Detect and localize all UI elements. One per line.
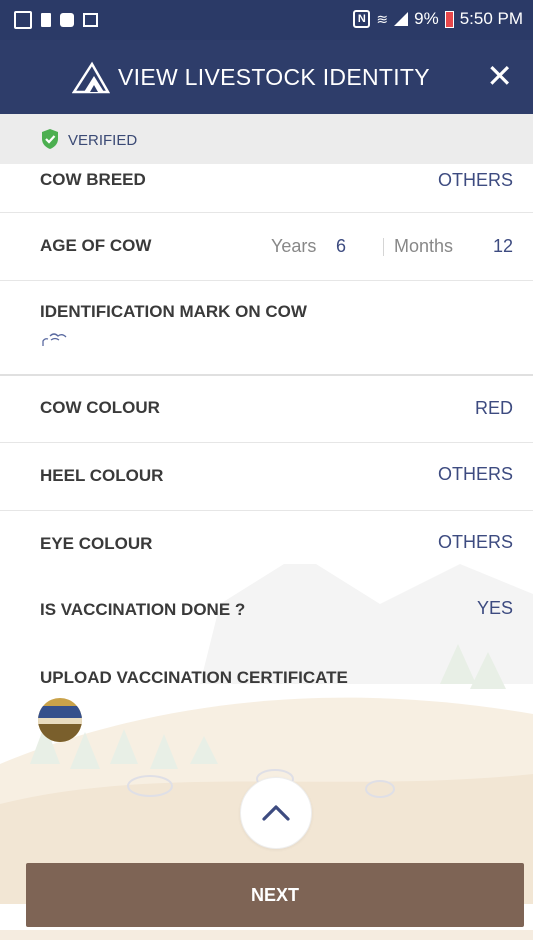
cow-breed-value: OTHERS [437, 170, 513, 190]
age-divider [383, 238, 384, 256]
vaccination-row: IS VACCINATION DONE ? YES [0, 576, 533, 640]
bag-icon [60, 13, 74, 27]
eye-colour-label: EYE COLOUR [40, 534, 153, 553]
chevron-up-icon [262, 805, 290, 821]
page-title: VIEW LIVESTOCK IDENTITY [118, 64, 430, 90]
cow-colour-row: COW COLOUR RED [0, 374, 533, 443]
scroll-up-button[interactable] [240, 777, 312, 849]
cow-colour-label: COW COLOUR [40, 398, 160, 417]
bottom-strip [0, 930, 533, 940]
age-years-label: Years [271, 236, 317, 256]
close-icon[interactable]: ✕ [486, 58, 513, 94]
verified-label: VERIFIED [68, 132, 138, 149]
livestock-details: COW BREED OTHERS AGE OF COW Years 6 Mont… [0, 164, 533, 904]
upload-certificate-row: UPLOAD VACCINATION CERTIFICATE [0, 640, 533, 750]
cow-breed-row: COW BREED OTHERS [0, 164, 533, 213]
vaccination-value: YES [476, 598, 513, 618]
heel-colour-row: HEEL COLOUR OTHERS [0, 442, 533, 511]
battery-percent: 9% [414, 9, 439, 28]
eye-colour-value: OTHERS [437, 532, 513, 552]
next-button[interactable]: NEXT [26, 863, 524, 927]
identification-mark-row: IDENTIFICATION MARK ON COW [0, 280, 533, 376]
verified-banner: VERIFIED [0, 114, 533, 164]
vaccination-label: IS VACCINATION DONE ? [40, 600, 246, 619]
status-bar: N ≋ 9% 5:50 PM [0, 0, 533, 40]
upload-certificate-label: UPLOAD VACCINATION CERTIFICATE [40, 668, 348, 687]
age-months-value: 12 [492, 236, 513, 256]
age-years-value: 6 [336, 236, 347, 256]
app-logo-icon [72, 61, 110, 94]
age-of-cow-label: AGE OF COW [40, 236, 152, 255]
signal-icon [394, 12, 409, 26]
status-left-icons [14, 11, 98, 29]
age-months-label: Months [394, 236, 454, 256]
identification-mark-icon [42, 333, 67, 346]
verified-shield-icon [42, 129, 58, 149]
image-icon [83, 13, 98, 27]
heel-colour-value: OTHERS [437, 464, 513, 484]
status-time: 5:50 PM [459, 9, 523, 28]
status-right-icons: N ≋ 9% 5:50 PM [353, 9, 523, 29]
identification-mark-label: IDENTIFICATION MARK ON COW [40, 302, 307, 321]
wifi-icon: ≋ [376, 10, 389, 27]
eye-colour-row: EYE COLOUR OTHERS [0, 510, 533, 576]
app-header: VIEW LIVESTOCK IDENTITY ✕ [0, 40, 533, 114]
cow-colour-value: RED [474, 398, 513, 418]
nfc-icon: N [353, 10, 371, 28]
cast-icon [14, 11, 32, 29]
age-of-cow-row: AGE OF COW Years 6 Months 12 [0, 212, 533, 281]
app-screen: N ≋ 9% 5:50 PM VIEW LIVESTOCK IDENTITY ✕… [0, 0, 533, 940]
battery-icon [444, 10, 454, 28]
cow-breed-label: COW BREED [40, 170, 146, 189]
certificate-thumbnail[interactable] [38, 698, 82, 742]
heel-colour-label: HEEL COLOUR [40, 466, 164, 485]
sim-icon [41, 13, 51, 27]
